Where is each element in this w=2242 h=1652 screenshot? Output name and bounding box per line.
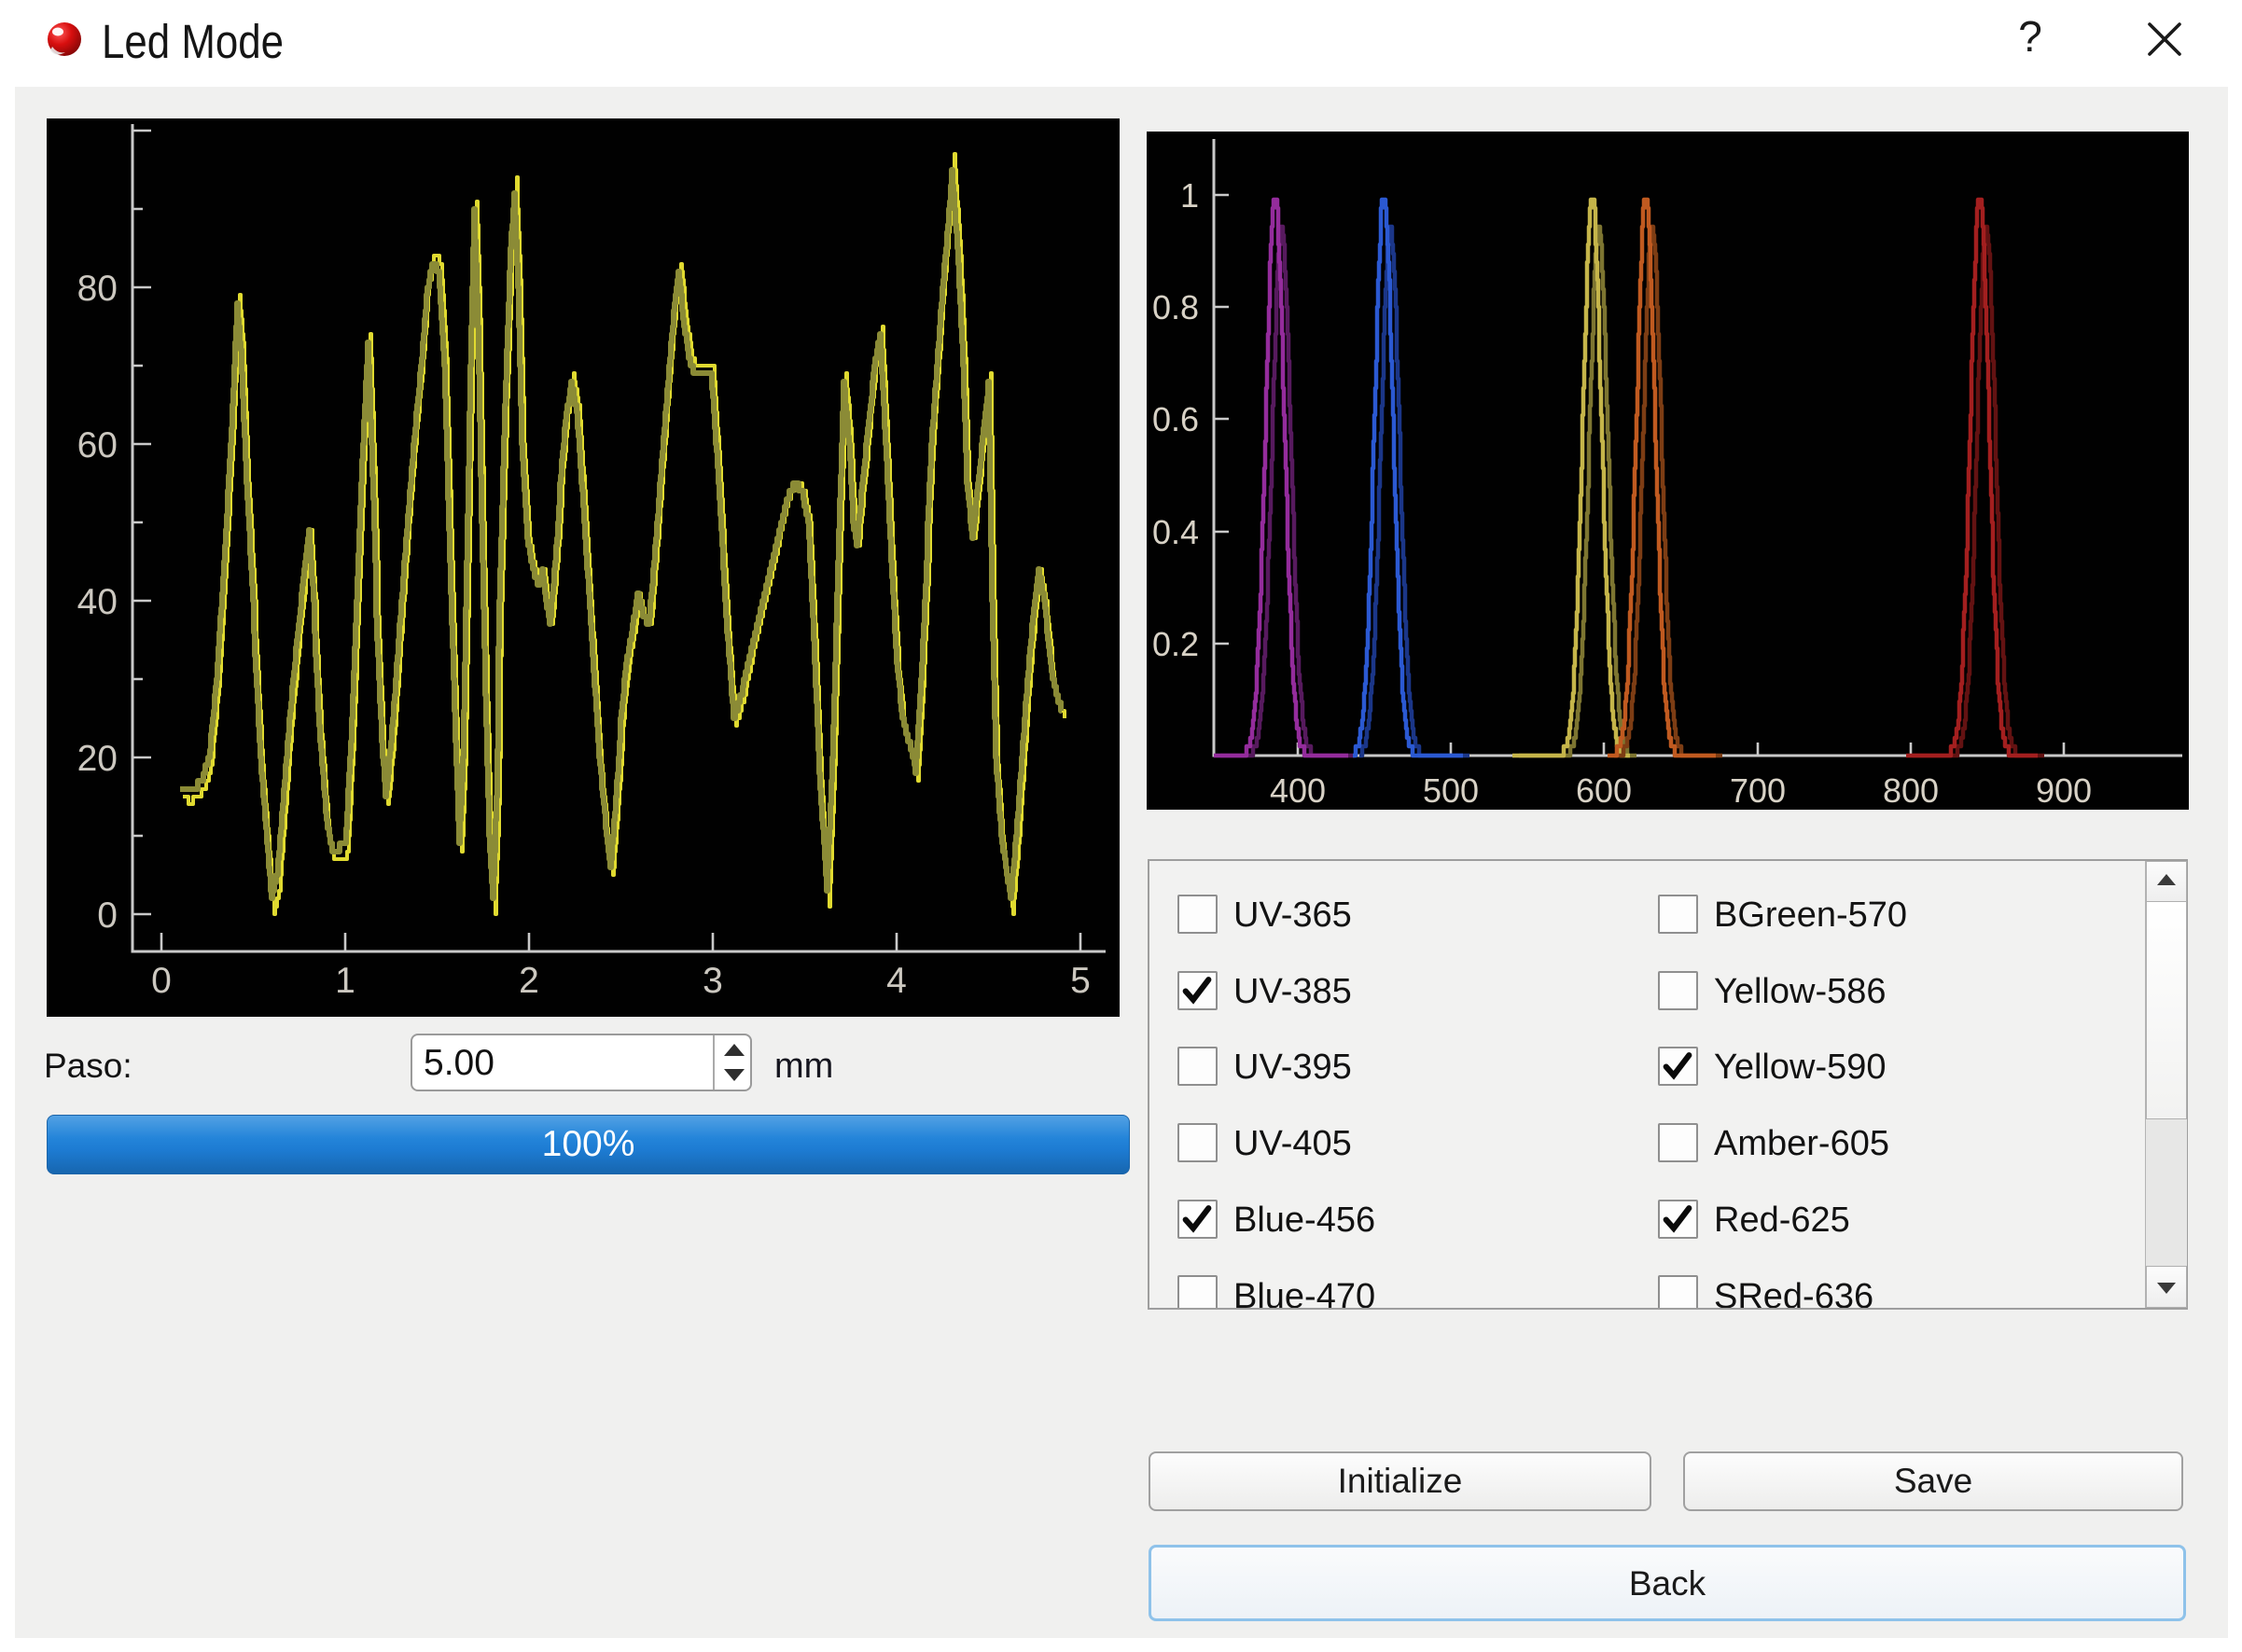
svg-text:1: 1 <box>335 961 355 1001</box>
svg-text:0.2: 0.2 <box>1152 625 1199 663</box>
svg-text:500: 500 <box>1423 771 1479 810</box>
svg-text:0.6: 0.6 <box>1152 400 1199 438</box>
svg-text:3: 3 <box>703 961 723 1001</box>
svg-text:400: 400 <box>1270 771 1326 810</box>
svg-text:0.8: 0.8 <box>1152 288 1199 326</box>
svg-text:0: 0 <box>151 961 172 1001</box>
svg-text:0: 0 <box>97 895 118 936</box>
svg-text:2: 2 <box>519 961 539 1001</box>
svg-text:800: 800 <box>1883 771 1939 810</box>
svg-text:600: 600 <box>1576 771 1632 810</box>
svg-text:40: 40 <box>77 582 118 622</box>
svg-text:80: 80 <box>77 269 118 309</box>
svg-text:900: 900 <box>2036 771 2092 810</box>
svg-text:1: 1 <box>1180 176 1199 215</box>
svg-text:20: 20 <box>77 739 118 779</box>
svg-text:0.4: 0.4 <box>1152 513 1199 551</box>
svg-text:60: 60 <box>77 425 118 465</box>
svg-text:4: 4 <box>886 961 907 1001</box>
svg-text:700: 700 <box>1730 771 1786 810</box>
svg-text:5: 5 <box>1070 961 1091 1001</box>
